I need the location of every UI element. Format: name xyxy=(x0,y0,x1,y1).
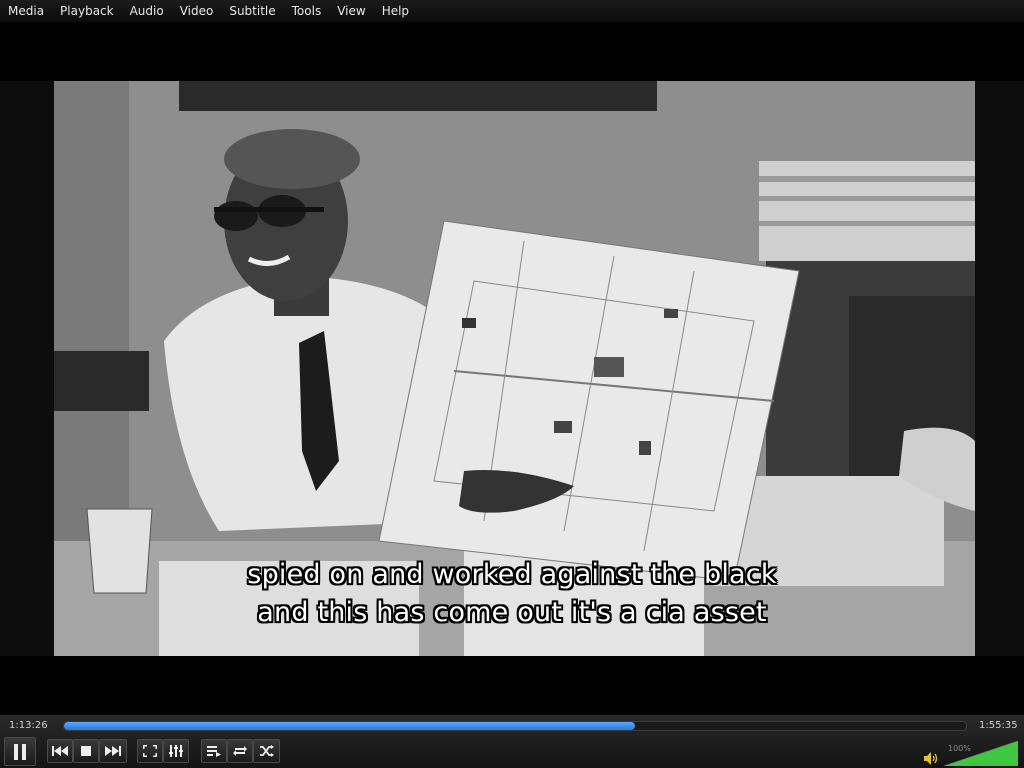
stop-button[interactable] xyxy=(73,739,99,763)
menu-view[interactable]: View xyxy=(329,0,373,22)
menu-video[interactable]: Video xyxy=(172,0,222,22)
fullscreen-button[interactable] xyxy=(137,739,163,763)
menu-media[interactable]: Media xyxy=(0,0,52,22)
loop-button[interactable] xyxy=(227,739,253,763)
pause-button[interactable] xyxy=(4,737,36,766)
seek-progress xyxy=(64,722,636,730)
extended-settings-button[interactable] xyxy=(163,739,189,763)
control-bar: 1:13:26 1:55:35 100% xyxy=(0,715,1024,768)
menu-subtitle[interactable]: Subtitle xyxy=(221,0,283,22)
previous-icon xyxy=(52,746,68,756)
menu-audio[interactable]: Audio xyxy=(122,0,172,22)
playlist-button[interactable] xyxy=(201,739,227,763)
loop-icon xyxy=(233,746,247,756)
previous-button[interactable] xyxy=(47,739,73,763)
menu-playback[interactable]: Playback xyxy=(52,0,122,22)
random-button[interactable] xyxy=(253,739,280,763)
total-time[interactable]: 1:55:35 xyxy=(979,720,1018,731)
menu-help[interactable]: Help xyxy=(374,0,417,22)
stop-icon xyxy=(81,746,91,756)
equalizer-icon xyxy=(169,745,183,757)
shuffle-icon xyxy=(259,745,274,757)
subtitle-line-1: spied on and worked against the black xyxy=(247,559,777,590)
pause-icon xyxy=(14,743,26,760)
next-icon xyxy=(105,746,121,756)
menu-tools[interactable]: Tools xyxy=(284,0,330,22)
elapsed-time[interactable]: 1:13:26 xyxy=(9,720,48,731)
playlist-icon xyxy=(207,746,221,757)
speaker-icon[interactable] xyxy=(924,752,940,765)
next-button[interactable] xyxy=(99,739,127,763)
seek-slider[interactable] xyxy=(63,721,967,731)
volume-slider[interactable] xyxy=(944,741,1018,766)
subtitle-line-2: and this has come out it's a cia asset xyxy=(257,597,767,628)
menu-bar: Media Playback Audio Video Subtitle Tool… xyxy=(0,0,1024,23)
fullscreen-icon xyxy=(143,745,157,757)
